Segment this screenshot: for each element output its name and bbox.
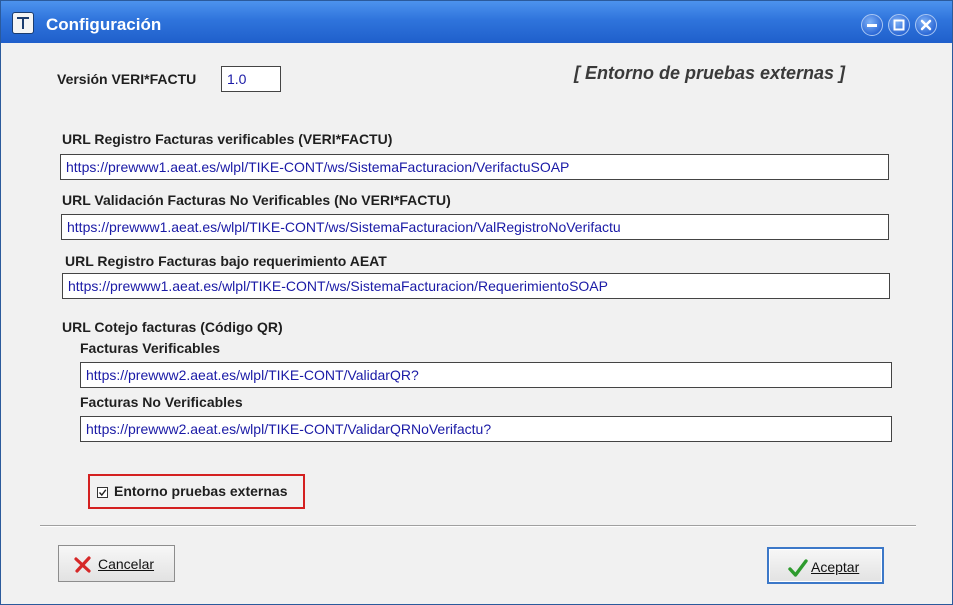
- url-registro-input[interactable]: [60, 154, 889, 180]
- minimize-icon: [867, 24, 877, 27]
- qr-section-label: URL Cotejo facturas (Código QR): [62, 319, 283, 335]
- maximize-icon: [893, 19, 905, 31]
- qr-verificables-input[interactable]: [80, 362, 892, 388]
- checkmark-icon: [98, 489, 107, 497]
- version-label: Versión VERI*FACTU: [57, 71, 197, 87]
- app-icon[interactable]: [12, 12, 34, 34]
- test-env-highlight: Entorno pruebas externas: [88, 474, 305, 509]
- minimize-button[interactable]: [861, 14, 883, 36]
- version-input[interactable]: [221, 66, 281, 92]
- close-icon: [920, 19, 932, 31]
- maximize-button[interactable]: [888, 14, 910, 36]
- configuration-dialog: Configuración Versión VERI*FACTU [ Entor…: [0, 0, 953, 605]
- cancel-button-label: Cancelar: [98, 556, 155, 572]
- red-x-icon: [73, 555, 93, 578]
- url-requerimiento-input[interactable]: [62, 273, 890, 299]
- window-title: Configuración: [46, 15, 162, 34]
- title-bar[interactable]: Configuración: [1, 1, 952, 43]
- cancel-button[interactable]: Cancelar: [58, 545, 175, 582]
- ok-button[interactable]: Aceptar: [767, 547, 884, 584]
- url-validacion-label: URL Validación Facturas No Verificables …: [62, 192, 451, 208]
- close-button[interactable]: [915, 14, 937, 36]
- url-registro-label: URL Registro Facturas verificables (VERI…: [62, 131, 393, 147]
- dialog-body: Versión VERI*FACTU [ Entorno de pruebas …: [8, 43, 945, 596]
- url-requerimiento-label: URL Registro Facturas bajo requerimiento…: [65, 253, 387, 269]
- qr-no-verificables-label: Facturas No Verificables: [80, 394, 243, 410]
- ok-button-label: Aceptar: [811, 559, 860, 575]
- test-env-checkbox-label[interactable]: Entorno pruebas externas: [114, 483, 288, 499]
- url-validacion-input[interactable]: [61, 214, 889, 240]
- qr-no-verificables-input[interactable]: [80, 416, 892, 442]
- qr-verificables-label: Facturas Verificables: [80, 340, 221, 356]
- separator: [40, 525, 916, 527]
- green-check-icon: [788, 558, 808, 581]
- test-env-checkbox[interactable]: [97, 487, 108, 498]
- environment-banner: [ Entorno de pruebas externas ]: [574, 63, 846, 83]
